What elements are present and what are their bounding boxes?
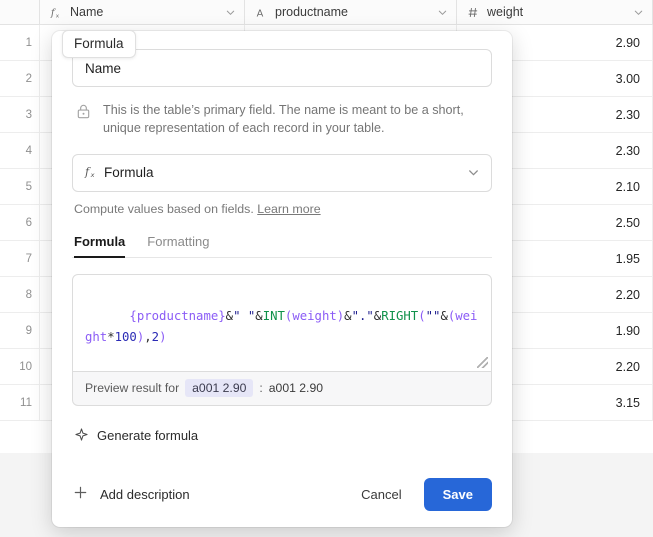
row-number: 6 — [0, 205, 40, 240]
add-description-label: Add description — [100, 487, 190, 502]
spreadsheet-app: fx Name A productname weight 1 2.90 2 3.… — [0, 0, 653, 537]
row-number-header — [0, 0, 40, 24]
formula-token: , — [144, 329, 152, 344]
column-header-label: Name — [70, 5, 104, 19]
chevron-down-icon[interactable] — [437, 7, 448, 18]
formula-token: * — [107, 329, 115, 344]
row-number: 9 — [0, 313, 40, 348]
row-number: 2 — [0, 61, 40, 96]
formula-token: INT — [262, 308, 285, 323]
sparkle-icon — [75, 427, 88, 444]
column-header-productname[interactable]: A productname — [245, 0, 457, 24]
preview-separator: : — [259, 381, 263, 395]
cancel-button[interactable]: Cancel — [347, 479, 415, 510]
generate-formula-button[interactable]: Generate formula — [72, 427, 492, 444]
column-header-label: productname — [275, 5, 348, 19]
column-header-name[interactable]: fx Name — [40, 0, 245, 24]
formula-fx-icon: fx — [84, 164, 104, 182]
preview-record-chip[interactable]: a001 2.90 — [185, 379, 254, 397]
preview-result: a001 2.90 — [268, 381, 324, 395]
formula-token: & — [440, 308, 448, 323]
dialog-footer: Add description Cancel Save — [72, 478, 492, 511]
row-number: 1 — [0, 25, 40, 60]
formula-token: & — [344, 308, 352, 323]
formula-token: 100 — [114, 329, 137, 344]
plus-icon — [72, 484, 89, 505]
add-description-button[interactable]: Add description — [72, 484, 190, 505]
row-number: 11 — [0, 385, 40, 420]
column-header-weight[interactable]: weight — [457, 0, 653, 24]
formula-preview-bar: Preview result for a001 2.90 : a001 2.90 — [72, 371, 492, 406]
column-header-label: weight — [487, 5, 524, 19]
formula-token: & — [255, 308, 263, 323]
grid-header-row: fx Name A productname weight — [0, 0, 653, 25]
row-number: 3 — [0, 97, 40, 132]
svg-text:x: x — [56, 13, 60, 19]
row-number: 10 — [0, 349, 40, 384]
primary-field-note: This is the table’s primary field. The n… — [72, 101, 492, 138]
compute-description-text: Compute values based on fields. — [74, 201, 254, 216]
field-type-select[interactable]: fx Formula — [72, 153, 492, 192]
chevron-down-icon[interactable] — [467, 166, 480, 179]
save-button[interactable]: Save — [423, 478, 492, 511]
chevron-down-icon[interactable] — [633, 7, 644, 18]
row-number: 8 — [0, 277, 40, 312]
tab-formatting[interactable]: Formatting — [147, 234, 209, 257]
svg-text:x: x — [90, 171, 95, 179]
tab-formula[interactable]: Formula — [74, 234, 126, 258]
row-number: 4 — [0, 133, 40, 168]
formula-token: & — [225, 308, 234, 323]
number-hash-icon — [465, 6, 482, 19]
text-a-icon: A — [253, 6, 270, 18]
formula-tooltip: Formula — [62, 30, 136, 58]
compute-description: Compute values based on fields. Learn mo… — [72, 202, 492, 216]
field-editor-dialog: Formula This is the table’s primary fiel… — [52, 30, 512, 527]
formula-token: weight — [292, 308, 337, 323]
formula-token: ( — [418, 308, 426, 323]
chevron-down-icon[interactable] — [225, 7, 236, 18]
formula-token: "." — [351, 308, 374, 323]
formula-token: " " — [233, 308, 256, 323]
formula-token: RIGHT — [381, 308, 419, 323]
field-type-label: Formula — [104, 165, 154, 180]
formula-token: 2 — [151, 329, 160, 344]
formula-token: "" — [425, 308, 441, 323]
formula-editor[interactable]: {productname}&" "&INT(weight)&"."&RIGHT(… — [72, 273, 492, 372]
preview-label: Preview result for — [85, 381, 180, 395]
learn-more-link[interactable]: Learn more — [257, 202, 320, 216]
formula-token: {productname} — [129, 308, 226, 323]
generate-formula-label: Generate formula — [97, 428, 199, 443]
resize-handle[interactable] — [477, 356, 488, 368]
lock-icon — [75, 103, 93, 125]
formula-token: ) — [159, 329, 167, 344]
primary-field-note-text: This is the table’s primary field. The n… — [103, 103, 464, 136]
formula-fx-icon: fx — [48, 6, 65, 19]
row-number: 7 — [0, 241, 40, 276]
row-number: 5 — [0, 169, 40, 204]
editor-tabs: Formula Formatting — [72, 234, 492, 258]
svg-text:A: A — [257, 8, 264, 18]
